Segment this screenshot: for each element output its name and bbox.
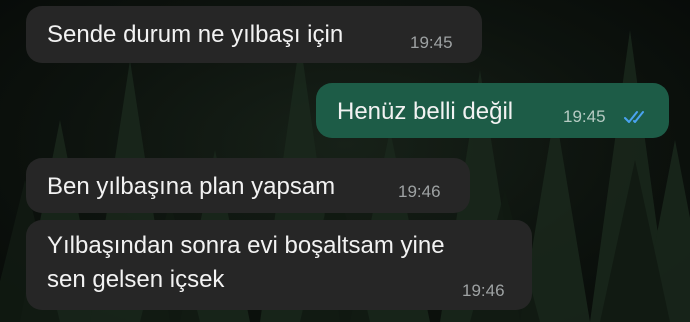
message-bubble-incoming[interactable]: Sende durum ne yılbaşı için 19:45 [26,6,482,63]
message-timestamp: 19:45 [563,107,606,126]
message-text: Ben yılbaşına plan yapsam [47,173,336,200]
message-bubble-outgoing[interactable]: Henüz belli değil 19:45 [316,83,669,138]
message-text: Yılbaşından sonra evi boşaltsam yine sen… [47,229,445,297]
message-text: Sende durum ne yılbaşı için [47,21,344,48]
message-timestamp: 19:46 [462,281,505,300]
message-timestamp: 19:45 [410,33,453,52]
message-timestamp: 19:46 [398,182,441,201]
message-text: Henüz belli değil [337,98,514,125]
message-bubble-incoming[interactable]: Ben yılbaşına plan yapsam 19:46 [26,158,470,213]
double-check-read-icon [624,111,644,123]
message-text-line: Yılbaşından sonra evi boşaltsam yine [47,232,445,259]
message-text-line: sen gelsen içsek [47,266,225,293]
message-bubble-incoming[interactable]: Yılbaşından sonra evi boşaltsam yine sen… [26,220,532,310]
